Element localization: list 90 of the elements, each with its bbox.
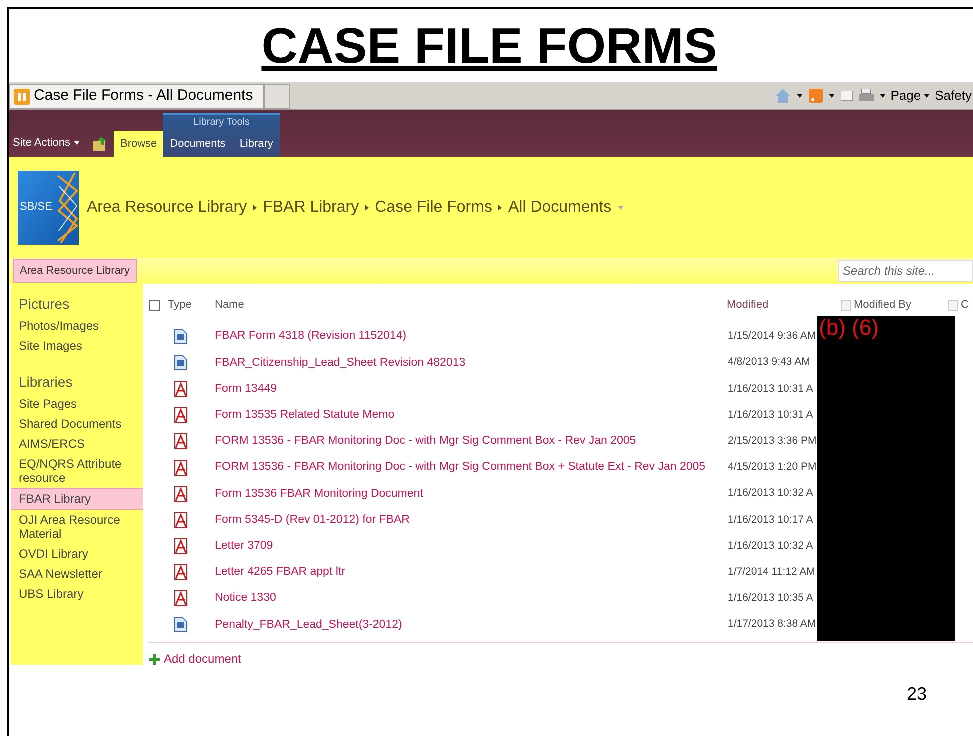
table-cell-text: 1/16/2013 10:32 A (728, 538, 814, 554)
nav-item[interactable]: OVDI Library (11, 544, 143, 564)
caret-icon (74, 140, 80, 145)
ribbon-tab[interactable]: Documents (163, 131, 233, 157)
ribbon-tab[interactable]: Library (232, 131, 280, 157)
document-icon (174, 617, 188, 634)
document-link[interactable]: Penalty_FBAR_Lead_Sheet(3-2012) (215, 616, 728, 634)
document-icon (174, 329, 188, 346)
table-cell-text: 4/8/2013 9:43 AM (728, 355, 810, 370)
nav-item[interactable]: Photos/Images (11, 316, 143, 336)
site-link-tab[interactable]: Area Resource Library (13, 259, 138, 283)
slide-number: 23 (907, 683, 928, 706)
search-field[interactable]: Search this site... (838, 260, 973, 282)
nav-item[interactable]: OJI Area Resource Material (11, 510, 143, 544)
table-cell-text: 1/15/2014 9:36 AM (728, 329, 816, 344)
pdf-icon (174, 407, 188, 424)
column-header[interactable]: C (961, 296, 969, 314)
home-icon[interactable] (774, 88, 791, 104)
browser-menu[interactable]: Safety (935, 86, 972, 106)
document-link[interactable]: FORM 13536 - FBAR Monitoring Doc - with Mgr Sig Comment Box + Statute Ext - Rev Jan 2005 (215, 459, 728, 477)
redaction-box: (b) (6) (817, 316, 955, 641)
breadcrumb-link[interactable]: FBAR Library (263, 196, 360, 220)
document-link[interactable]: Notice 1330 (215, 590, 728, 608)
site-actions-menu[interactable]: Site Actions (9, 134, 80, 157)
column-checkbox[interactable] (841, 300, 851, 310)
document-link[interactable]: Letter 4265 FBAR appt ltr (215, 564, 728, 582)
breadcrumb-arrow-icon (498, 204, 502, 210)
document-link[interactable]: Form 13535 Related Statute Memo (215, 407, 728, 424)
document-link[interactable]: FORM 13536 - FBAR Monitoring Doc - with Mgr Sig Comment Box - Rev Jan 2005 (215, 433, 728, 450)
breadcrumb-link[interactable]: Case File Forms (375, 196, 492, 220)
document-link[interactable]: Form 13536 FBAR Monitoring Document (215, 486, 728, 503)
pdf-icon (174, 590, 188, 608)
nav-item[interactable]: UBS Library (11, 584, 143, 604)
caret-icon[interactable] (880, 94, 886, 98)
document-link[interactable]: Form 5345-D (Rev 01-2012) for FBAR (215, 512, 728, 530)
column-header[interactable]: Modified (727, 296, 827, 314)
pdf-icon (174, 460, 188, 477)
nav-item[interactable]: EQ/NQRS Attribute resource (11, 454, 143, 488)
table-cell-text: 1/16/2013 10:35 A (728, 591, 814, 606)
column-checkbox[interactable] (948, 300, 958, 310)
table-cell-text: 1/16/2013 10:31 A (728, 382, 814, 397)
browser-tab[interactable]: Case File Forms - All Documents (9, 84, 264, 109)
nav-heading[interactable]: Libraries (19, 374, 73, 390)
slide-title: CASE FILE FORMS (262, 20, 718, 70)
add-document-link[interactable]: Add document (149, 650, 242, 668)
document-icon (174, 355, 188, 372)
breadcrumb-link[interactable]: All Documents (508, 196, 612, 220)
table-cell-text: 1/16/2013 10:17 A (728, 512, 814, 528)
ribbon-tab[interactable]: Browse (114, 131, 164, 157)
document-link[interactable]: Form 13449 (215, 380, 728, 398)
breadcrumb-link[interactable]: Area Resource Library (87, 196, 248, 220)
printer-icon[interactable] (858, 89, 874, 103)
table-cell-text: 1/7/2014 11:12 AM (728, 564, 816, 580)
group-label: Library Tools (194, 117, 250, 128)
sbse-logo[interactable]: SB/SE (18, 170, 79, 244)
plus-icon (149, 654, 160, 665)
nav-item[interactable]: SAA Newsletter (11, 564, 143, 584)
pdf-icon (174, 538, 188, 556)
table-cell-text: 1/16/2013 10:32 A (728, 486, 814, 502)
breadcrumb-arrow-icon (253, 204, 258, 210)
nav-item[interactable]: FBAR Library (11, 488, 143, 510)
new-tab[interactable] (264, 84, 290, 109)
breadcrumb-arrow-icon (365, 204, 370, 210)
nav-heading[interactable]: Pictures (19, 296, 70, 312)
document-link[interactable]: FBAR Form 4318 (Revision 1152014) (215, 328, 728, 346)
pdf-icon (174, 512, 188, 529)
nav-item[interactable]: Site Pages (11, 394, 143, 414)
caret-icon[interactable] (796, 94, 803, 98)
select-all-checkbox[interactable] (149, 300, 160, 310)
pdf-icon (174, 486, 188, 503)
rss-icon[interactable] (808, 88, 823, 104)
column-header[interactable]: Name (215, 296, 727, 314)
table-cell-text: 4/15/2013 1:20 PM (728, 460, 817, 476)
folder-arrow-icon[interactable] (92, 136, 108, 152)
column-header[interactable]: Type (168, 296, 215, 314)
pdf-icon (174, 433, 188, 450)
column-header[interactable]: Modified By (854, 296, 912, 314)
caret-icon[interactable] (828, 94, 835, 98)
table-cell-text: 1/16/2013 10:31 A (728, 408, 814, 423)
pdf-icon (174, 380, 188, 398)
table-cell-text: 1/17/2013 8:38 AM (728, 617, 816, 632)
table-cell-text: 2/15/2013 3:36 PM (728, 434, 817, 449)
nav-item[interactable]: Site Images (11, 336, 143, 356)
nav-item[interactable]: Shared Documents (11, 414, 143, 434)
caret-icon (924, 94, 930, 98)
pdf-icon (174, 564, 188, 582)
nav-item[interactable]: AIMS/ERCS (11, 434, 143, 454)
browser-menu[interactable]: Page (890, 86, 930, 106)
document-link[interactable]: FBAR_Citizenship_Lead_Sheet Revision 482013 (215, 354, 728, 372)
document-link[interactable]: Letter 3709 (215, 538, 728, 556)
